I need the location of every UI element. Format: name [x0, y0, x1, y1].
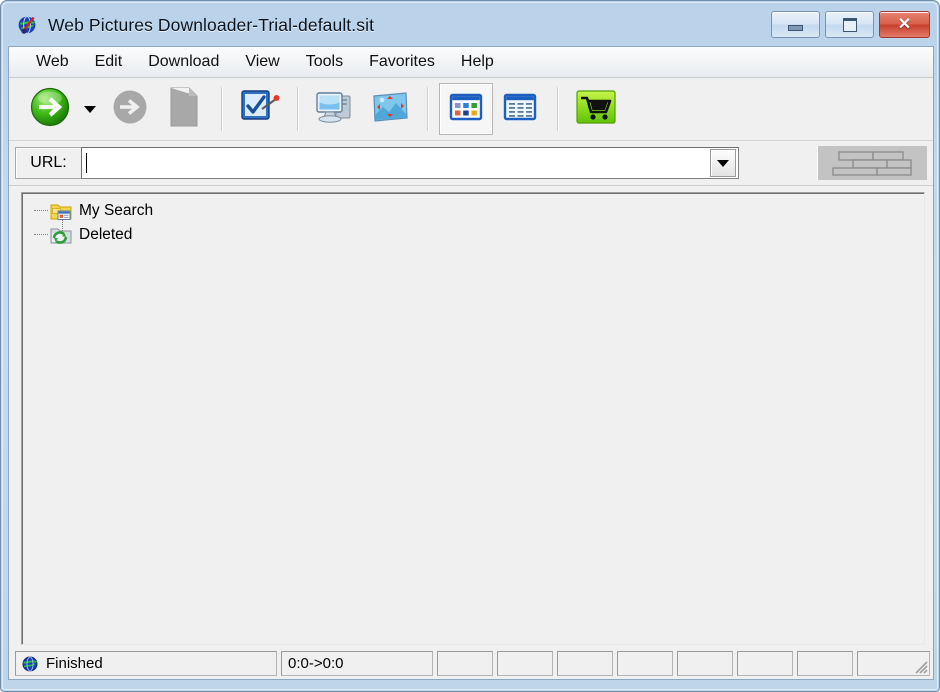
recycle-folder-icon	[50, 226, 72, 245]
url-input[interactable]	[82, 147, 710, 179]
status-pane-7	[797, 651, 853, 676]
toolbar	[9, 78, 933, 141]
window-controls: ✕	[771, 11, 930, 38]
restore-icon	[842, 17, 857, 32]
window-title: Web Pictures Downloader-Trial-default.si…	[48, 14, 375, 35]
client-area: Web Edit Download View Tools Favorites H…	[8, 46, 934, 680]
folder-tree-panel[interactable]: My Search Deleted	[21, 192, 925, 645]
restore-button[interactable]	[825, 11, 874, 38]
status-pane-2	[497, 651, 553, 676]
tree-connector-line	[34, 234, 48, 235]
caret-down-icon	[84, 105, 96, 113]
gray-circle-arrow-icon	[110, 87, 150, 132]
globe-icon	[22, 656, 38, 672]
menu-edit[interactable]: Edit	[82, 50, 136, 74]
details-list-icon	[503, 92, 537, 127]
globe-app-icon	[17, 14, 39, 36]
tree-item-my-search[interactable]: My Search	[22, 199, 924, 223]
url-dropdown-button[interactable]	[710, 149, 736, 177]
toolbar-separator	[297, 87, 299, 131]
status-pane-5	[677, 651, 733, 676]
blue-checkmark-icon	[239, 87, 281, 132]
menu-bar: Web Edit Download View Tools Favorites H…	[9, 47, 933, 78]
resize-grip-icon[interactable]	[912, 658, 928, 674]
title-bar: Web Pictures Downloader-Trial-default.si…	[8, 5, 934, 45]
status-message-pane: Finished	[15, 651, 277, 676]
menu-view[interactable]: View	[232, 50, 292, 74]
menu-tools[interactable]: Tools	[293, 50, 356, 74]
picture-properties-button[interactable]	[363, 83, 417, 135]
start-download-button[interactable]	[23, 83, 77, 135]
shopping-cart-icon	[574, 88, 618, 131]
tree-item-label: My Search	[79, 202, 154, 219]
gray-page-icon	[167, 86, 201, 133]
brick-gripper-panel[interactable]	[817, 146, 927, 180]
menu-web[interactable]: Web	[23, 50, 82, 74]
close-icon: ✕	[897, 15, 912, 33]
url-combobox[interactable]	[81, 147, 739, 179]
tree-item-deleted[interactable]: Deleted	[22, 223, 924, 247]
toolbar-separator	[427, 87, 429, 131]
computer-button[interactable]	[309, 83, 363, 135]
status-pane-1	[437, 651, 493, 676]
caret-down-icon	[717, 159, 729, 167]
details-view-button[interactable]	[493, 83, 547, 135]
status-pane-8	[857, 651, 930, 676]
toolbar-separator	[557, 87, 559, 131]
start-download-dropdown[interactable]	[77, 83, 103, 135]
search-folder-icon	[50, 202, 72, 221]
minimize-icon	[788, 25, 803, 31]
minimize-button[interactable]	[771, 11, 820, 38]
url-label: URL:	[15, 147, 81, 179]
new-page-button	[157, 83, 211, 135]
text-cursor	[86, 153, 87, 173]
toolbar-separator	[221, 87, 223, 131]
tree-item-label: Deleted	[79, 226, 133, 243]
status-pane-4	[617, 651, 673, 676]
menu-favorites[interactable]: Favorites	[356, 50, 448, 74]
status-pane-3	[557, 651, 613, 676]
green-circle-arrow-icon	[29, 86, 71, 133]
menu-download[interactable]: Download	[135, 50, 232, 74]
status-ratio-pane: 0:0->0:0	[281, 651, 433, 676]
stop-download-button	[103, 83, 157, 135]
select-all-button[interactable]	[233, 83, 287, 135]
status-bar: Finished 0:0->0:0	[9, 649, 933, 679]
menu-help[interactable]: Help	[448, 50, 507, 74]
tree-connector-line	[34, 210, 48, 211]
close-button[interactable]: ✕	[879, 11, 930, 38]
buy-button[interactable]	[569, 83, 623, 135]
application-window: Web Pictures Downloader-Trial-default.si…	[0, 0, 940, 692]
computer-monitor-icon	[314, 87, 358, 132]
status-pane-6	[737, 651, 793, 676]
thumbnail-grid-icon	[449, 92, 483, 127]
picture-resize-icon	[369, 88, 411, 131]
status-text: Finished	[46, 655, 103, 672]
url-bar: URL:	[9, 141, 933, 186]
thumbnail-view-button[interactable]	[439, 83, 493, 135]
